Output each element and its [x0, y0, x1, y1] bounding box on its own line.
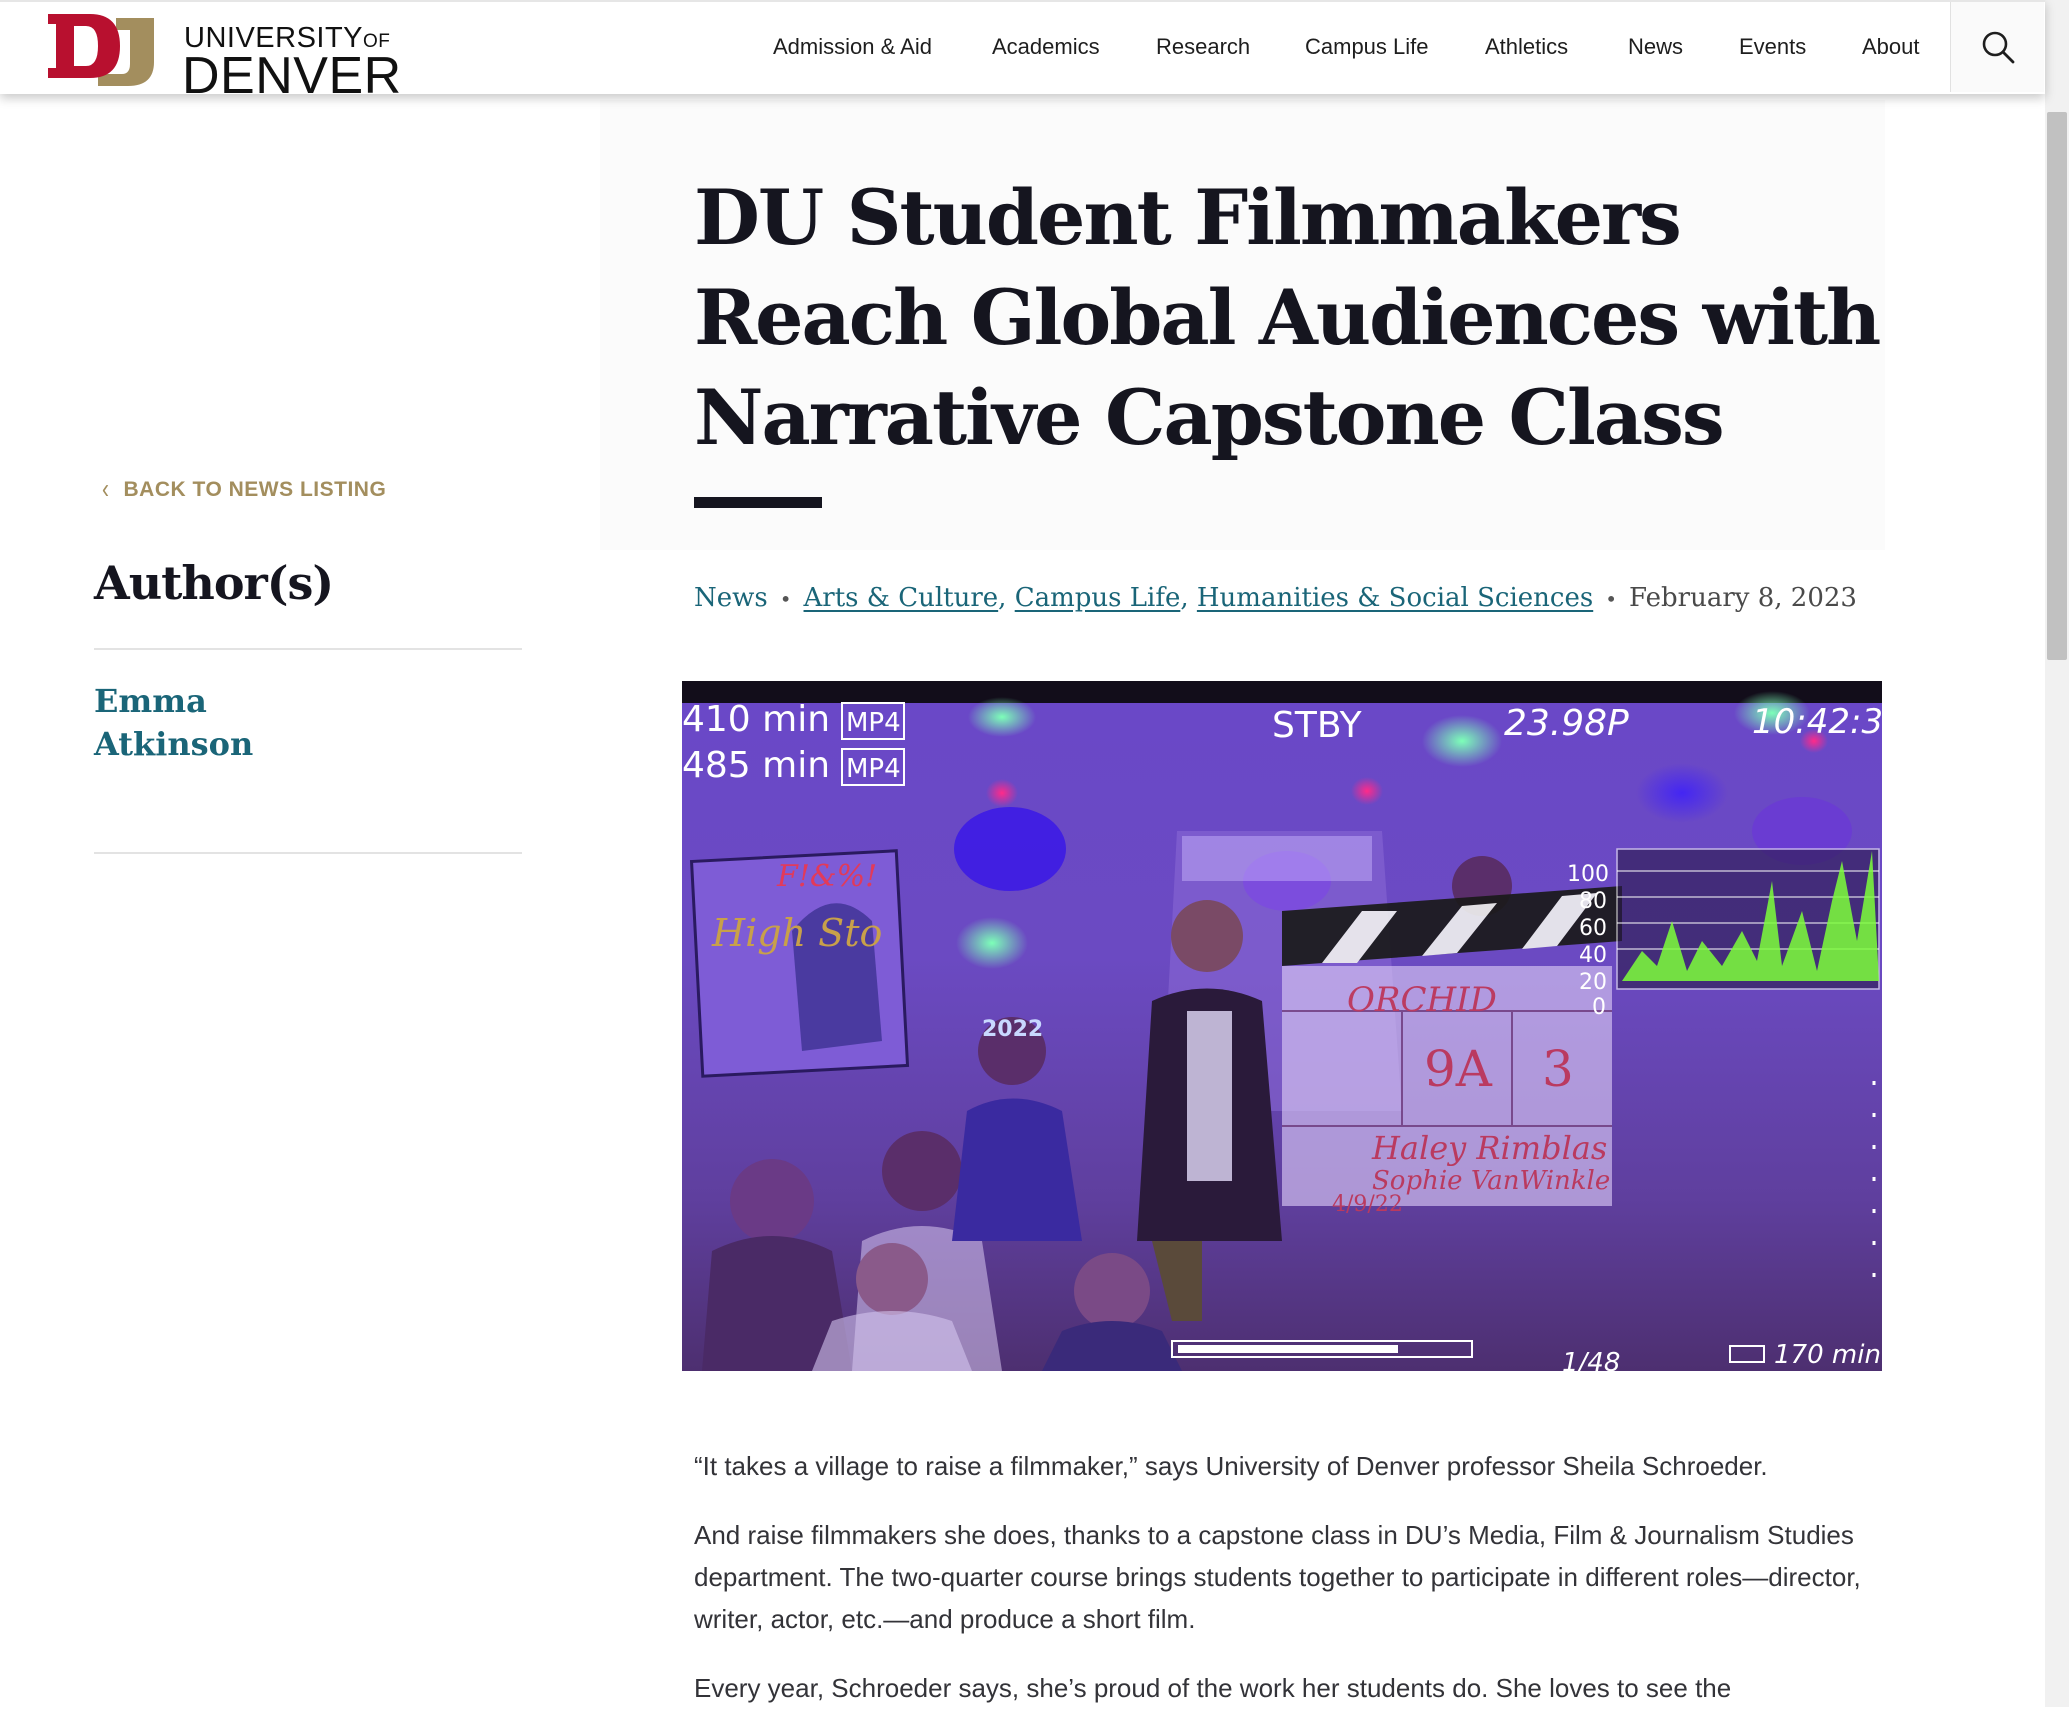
poster-title: High Sto — [711, 911, 882, 955]
clapper-camera: Sophie VanWinkle — [1372, 1166, 1610, 1196]
authors-heading: Author(s) — [94, 556, 334, 610]
nav-athletics[interactable]: Athletics — [1485, 34, 1568, 60]
hero-photo: ORCHID 9A 3 Haley Rimblas Sophie VanWink… — [682, 681, 1882, 1371]
nav-academics[interactable]: Academics — [992, 34, 1100, 60]
nav-events[interactable]: Events — [1739, 34, 1806, 60]
article-paragraph: “It takes a village to raise a filmmaker… — [694, 1451, 1768, 1481]
poster-text: F!&%! — [776, 859, 877, 894]
tag-separator: , — [1180, 583, 1189, 613]
section-label: News — [694, 583, 768, 613]
publish-date: February 8, 2023 — [1629, 583, 1857, 613]
rec-time-1: 410 min — [682, 699, 830, 740]
nav-campus-life[interactable]: Campus Life — [1305, 34, 1429, 60]
author-link[interactable]: Emma Atkinson — [94, 680, 294, 766]
nav-admission-aid[interactable]: Admission & Aid — [773, 34, 932, 60]
article-paragraph: Every year, Schroeder says, she’s proud … — [694, 1673, 1732, 1703]
film-set-photo-illustration: ORCHID 9A 3 Haley Rimblas Sophie VanWink… — [682, 681, 1882, 1371]
waveform-tick: 40 — [1579, 943, 1607, 968]
clapper-take: 3 — [1542, 1040, 1574, 1098]
page-scrollbar[interactable] — [2045, 0, 2069, 1707]
shutter-label: 1/48 — [1562, 1348, 1620, 1371]
timecode-label: 10:42:3 — [1752, 702, 1882, 742]
framerate-label: 23.98P — [1504, 703, 1629, 744]
nav-research[interactable]: Research — [1156, 34, 1250, 60]
back-to-news-link[interactable]: ‹ BACK TO NEWS LISTING — [102, 474, 387, 504]
nav-about[interactable]: About — [1862, 34, 1920, 60]
nav-news[interactable]: News — [1628, 34, 1683, 60]
main-nav: Admission & Aid Academics Research Campu… — [0, 34, 1950, 64]
author-first-name: Emma — [94, 682, 207, 720]
divider — [94, 648, 522, 650]
format-badge: MP4 — [846, 754, 901, 784]
tag-separator: , — [998, 583, 1007, 613]
back-link-label: BACK TO NEWS LISTING — [123, 478, 387, 501]
waveform-tick: 20 — [1579, 970, 1607, 995]
clapper-director: Haley Rimblas — [1371, 1129, 1607, 1167]
clapper-date: 4/9/22 — [1332, 1192, 1403, 1217]
search-icon — [1982, 31, 2015, 64]
waveform-tick: 80 — [1579, 889, 1607, 914]
tag-link[interactable]: Arts & Culture — [804, 583, 999, 613]
rec-time-2: 485 min — [682, 745, 830, 786]
scrollbar-thumb[interactable] — [2047, 112, 2067, 660]
chevron-left-icon: ‹ — [102, 474, 110, 505]
meta-separator: • — [1605, 587, 1618, 611]
clapper-production: ORCHID — [1347, 980, 1497, 1020]
standby-label: STBY — [1272, 705, 1363, 746]
tag-link[interactable]: Humanities & Social Sciences — [1197, 583, 1593, 613]
article-meta: News • Arts & Culture, Campus Life, Humani… — [694, 583, 1857, 613]
site-header: UNIVERSITYOF DENVER Admission & Aid Acad… — [0, 0, 2045, 105]
tag-link[interactable]: Campus Life — [1015, 583, 1181, 613]
clapper-scene: 9A — [1424, 1040, 1493, 1098]
headband-text: 2022 — [982, 1017, 1043, 1042]
battery-label: 170 min — [1774, 1340, 1881, 1370]
search-button[interactable] — [1950, 2, 2044, 92]
article-paragraph: And raise filmmakers she does, thanks to… — [694, 1520, 1861, 1634]
author-last-name: Atkinson — [94, 725, 254, 763]
meta-separator: • — [779, 587, 792, 611]
waveform-tick: 0 — [1592, 995, 1606, 1020]
article-title: DU Student Filmmakers Reach Global Audie… — [694, 173, 1881, 462]
waveform-tick: 60 — [1579, 916, 1607, 941]
divider — [94, 852, 522, 854]
format-badge: MP4 — [846, 708, 901, 738]
title-rule — [694, 497, 822, 508]
waveform-tick: 100 — [1567, 862, 1609, 887]
